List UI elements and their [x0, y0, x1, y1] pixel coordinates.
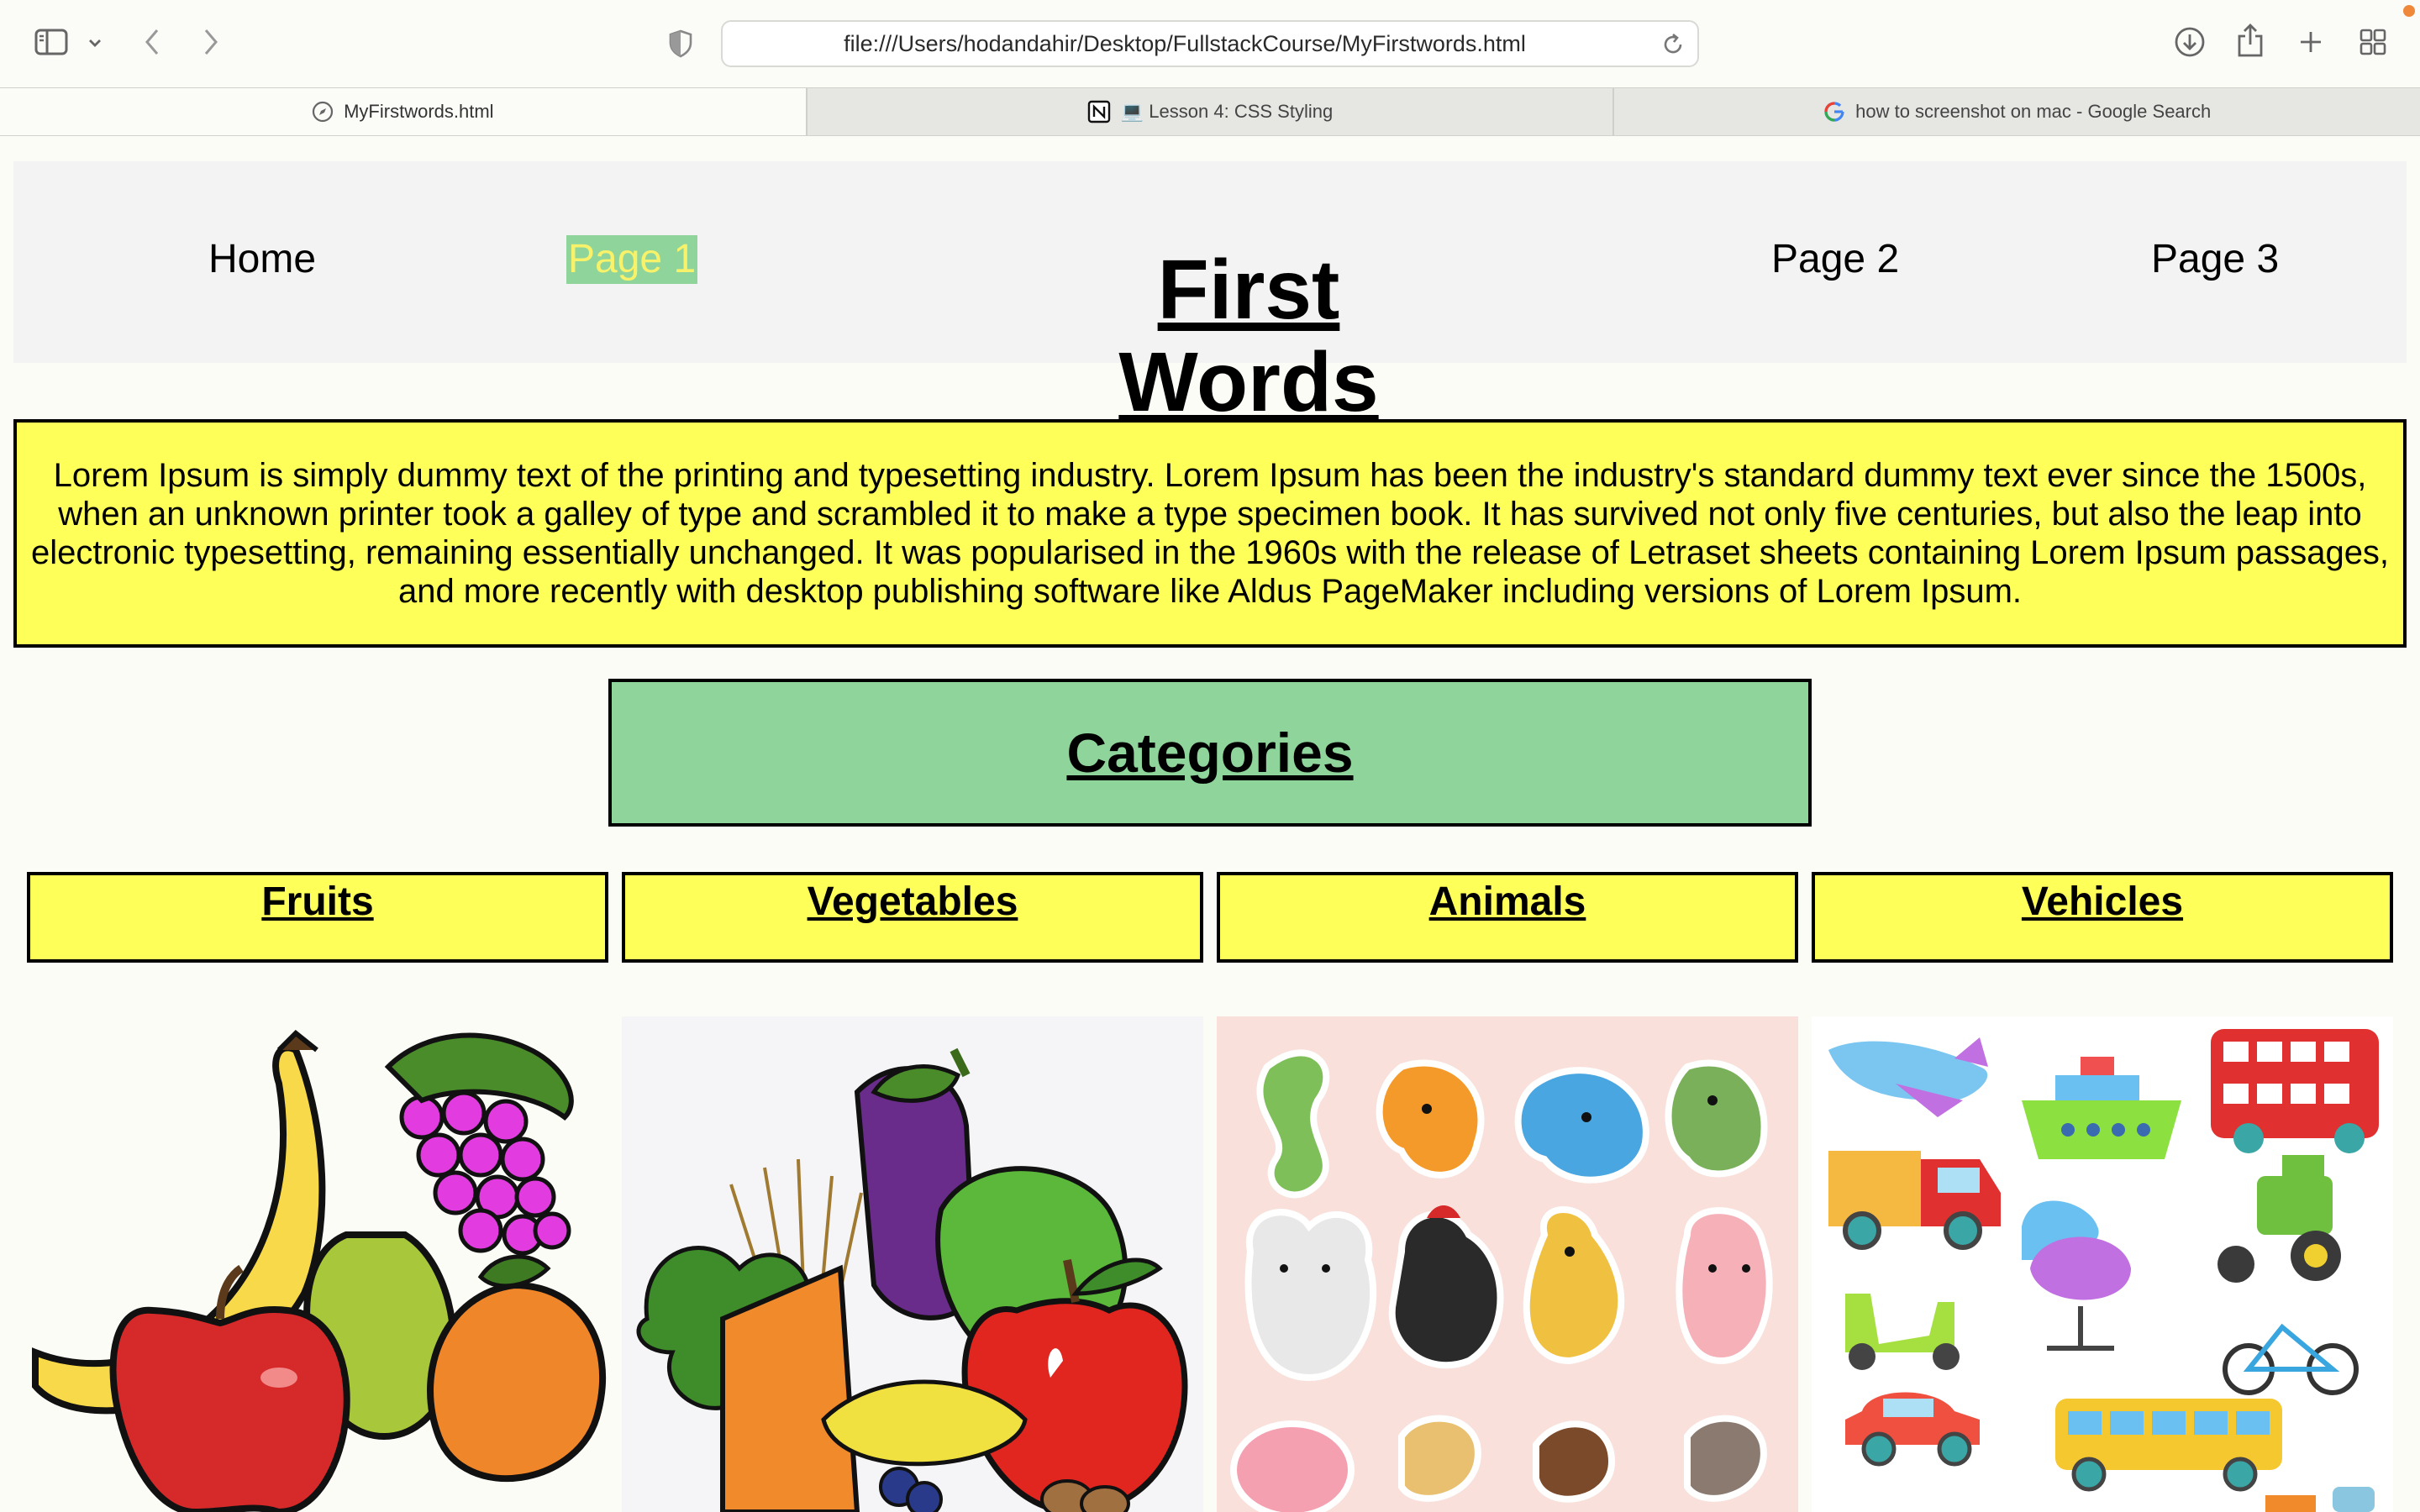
browser-toolbar: file:///Users/hodandahir/Desktop/Fullsta…: [0, 0, 2420, 86]
tab-google-search[interactable]: how to screenshot on mac - Google Search: [1614, 88, 2420, 135]
category-card-vegetables[interactable]: Vegetables: [622, 872, 1203, 963]
tab-myfirstwords[interactable]: MyFirstwords.html: [0, 88, 808, 135]
nav-link-page-1[interactable]: Page 1: [566, 235, 698, 284]
share-icon[interactable]: [2232, 20, 2269, 60]
sidebar-toggle-icon[interactable]: [32, 25, 71, 59]
tab-overview-icon[interactable]: [2356, 25, 2390, 59]
category-label[interactable]: Fruits: [261, 879, 373, 924]
privacy-shield-icon[interactable]: [666, 27, 696, 60]
reload-icon[interactable]: [1660, 32, 1686, 61]
fruits-image[interactable]: [27, 1016, 608, 1512]
intro-paragraph-box: Lorem Ipsum is simply dummy text of the …: [13, 419, 2407, 648]
compass-icon: [312, 101, 334, 123]
intro-text: Lorem Ipsum is simply dummy text of the …: [30, 457, 2390, 610]
category-label[interactable]: Vehicles: [2022, 879, 2183, 924]
category-card-fruits[interactable]: Fruits: [27, 872, 608, 963]
downloads-icon[interactable]: [2171, 24, 2208, 60]
new-tab-plus-icon[interactable]: [2294, 25, 2328, 59]
category-card-vehicles[interactable]: Vehicles: [1812, 872, 2393, 963]
tab-lesson4[interactable]: 💻 Lesson 4: CSS Styling: [808, 88, 1615, 135]
address-bar[interactable]: file:///Users/hodandahir/Desktop/Fullsta…: [721, 20, 1699, 67]
vehicles-image[interactable]: [1812, 1016, 2393, 1512]
tab-label: MyFirstwords.html: [344, 101, 494, 122]
animals-image[interactable]: [1217, 1016, 1798, 1512]
forward-arrow-icon[interactable]: [198, 25, 224, 59]
category-label[interactable]: Vegetables: [808, 879, 1018, 924]
nav-link-page-3[interactable]: Page 3: [2149, 235, 2281, 284]
category-label[interactable]: Animals: [1429, 879, 1586, 924]
nav-link-home[interactable]: Home: [207, 235, 318, 284]
notification-dot: [2403, 5, 2415, 17]
tab-label: how to screenshot on mac - Google Search: [1855, 101, 2212, 122]
back-arrow-icon[interactable]: [139, 25, 165, 59]
categories-heading: Categories: [1066, 722, 1354, 784]
chevron-down-icon[interactable]: [84, 30, 106, 55]
page-title: First Words: [1118, 243, 1379, 429]
google-icon: [1823, 101, 1845, 123]
top-navigation: Home Page 1 First Words Page 2 Page 3: [13, 161, 2407, 428]
notion-icon: [1087, 100, 1111, 123]
vegetables-image[interactable]: [622, 1016, 1203, 1512]
tab-label: 💻 Lesson 4: CSS Styling: [1120, 101, 1334, 122]
category-card-animals[interactable]: Animals: [1217, 872, 1798, 963]
web-page: Home Page 1 First Words Page 2 Page 3 Lo…: [0, 136, 2420, 1512]
categories-banner: Categories: [608, 679, 1812, 827]
nav-link-page-2[interactable]: Page 2: [1770, 235, 1901, 284]
tab-bar: MyFirstwords.html 💻 Lesson 4: CSS Stylin…: [0, 87, 2420, 136]
url-text[interactable]: file:///Users/hodandahir/Desktop/Fullsta…: [723, 22, 1647, 66]
